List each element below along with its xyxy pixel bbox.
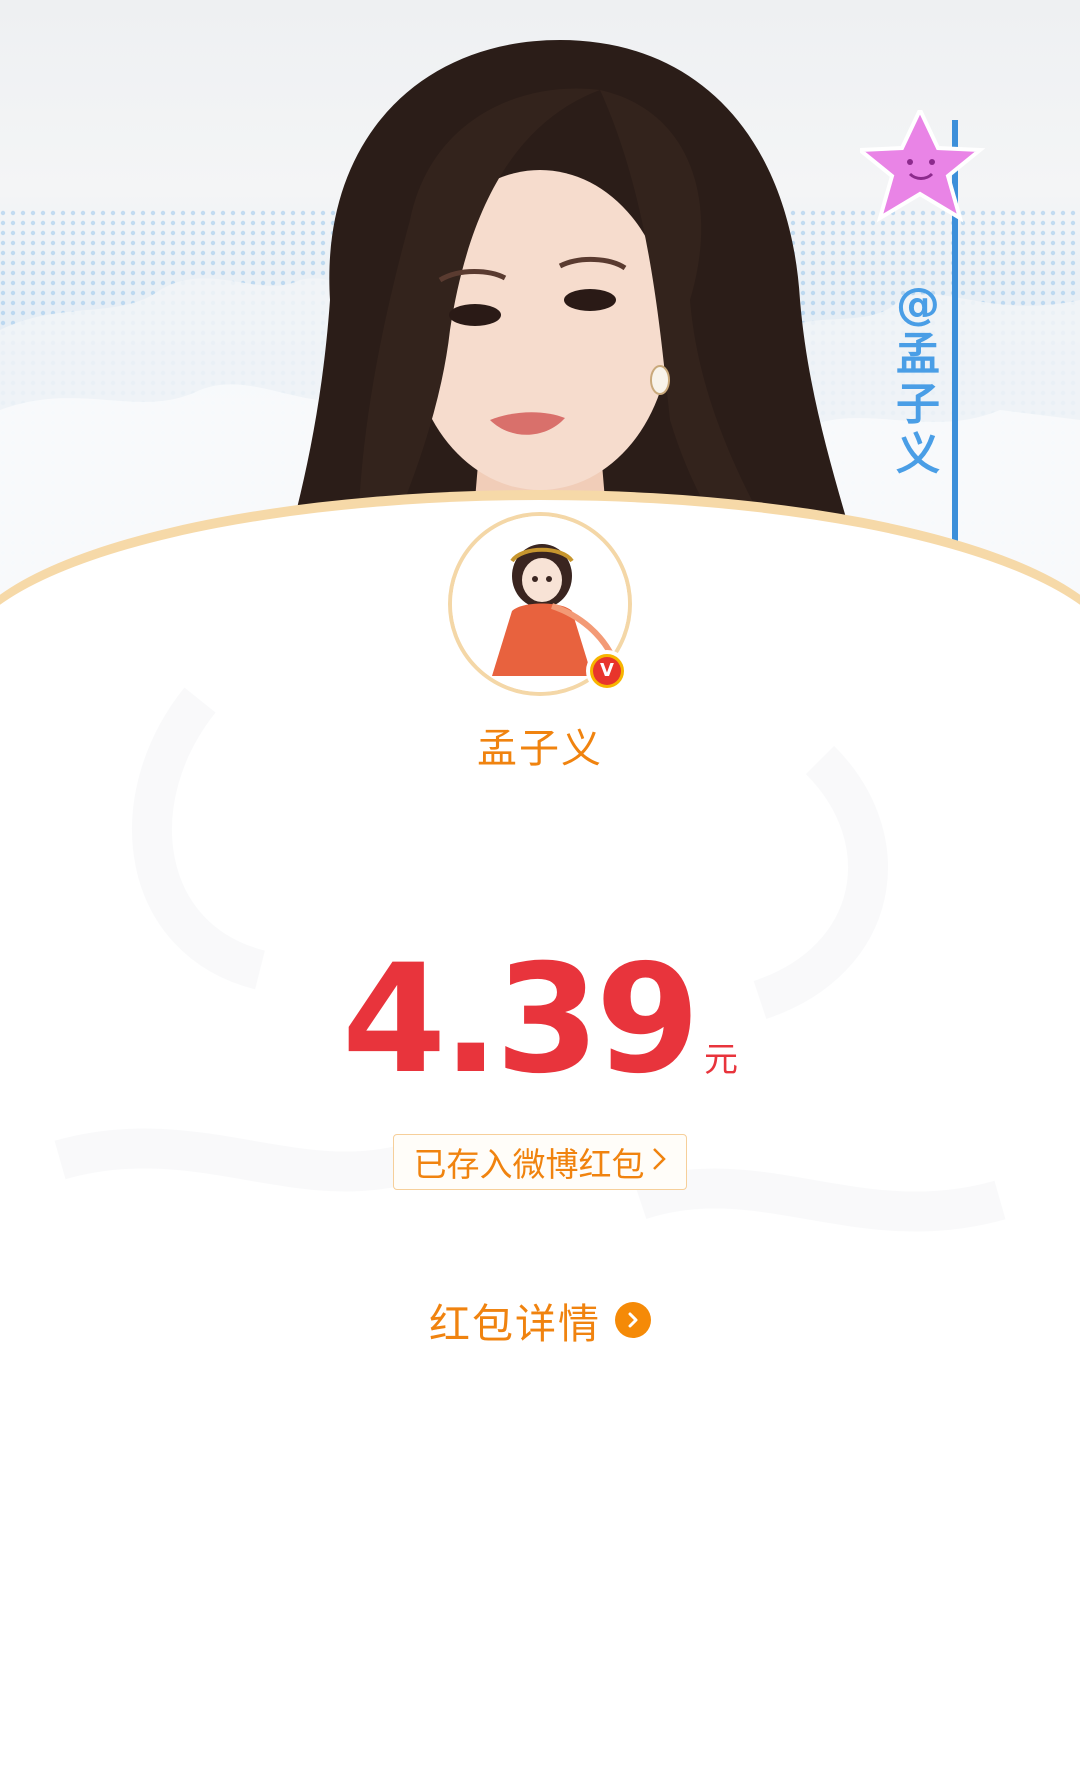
side-tag-char: 孟 [896, 329, 940, 380]
redpacket-detail-link[interactable]: 红包详情 [0, 1290, 1080, 1350]
redpacket-result-page: @ 孟 子 义 V 孟子义 4.39 元 已存入微博红包 红包详情 [0, 0, 1080, 1780]
arrow-circle-right-icon [615, 1302, 651, 1338]
amount-row: 4.39 元 [0, 940, 1080, 1100]
side-tag-char: @ [896, 279, 940, 330]
side-tag-label: @ 孟 子 义 [888, 280, 948, 480]
chevron-right-icon [651, 1145, 667, 1180]
saved-to-wallet-label: 已存入微博红包 [413, 1145, 645, 1184]
verified-badge: V [586, 650, 628, 692]
redpacket-detail-label: 红包详情 [429, 1300, 601, 1348]
star-icon [860, 110, 986, 223]
saved-to-wallet-button[interactable]: 已存入微博红包 [393, 1134, 687, 1190]
redpacket-amount: 4.39 [341, 933, 700, 1107]
side-tag-char: 义 [896, 429, 940, 480]
verified-badge-label: V [593, 657, 621, 685]
sender-name[interactable]: 孟子义 [0, 716, 1080, 774]
side-tag-char: 子 [896, 379, 940, 430]
amount-unit: 元 [704, 1040, 739, 1080]
